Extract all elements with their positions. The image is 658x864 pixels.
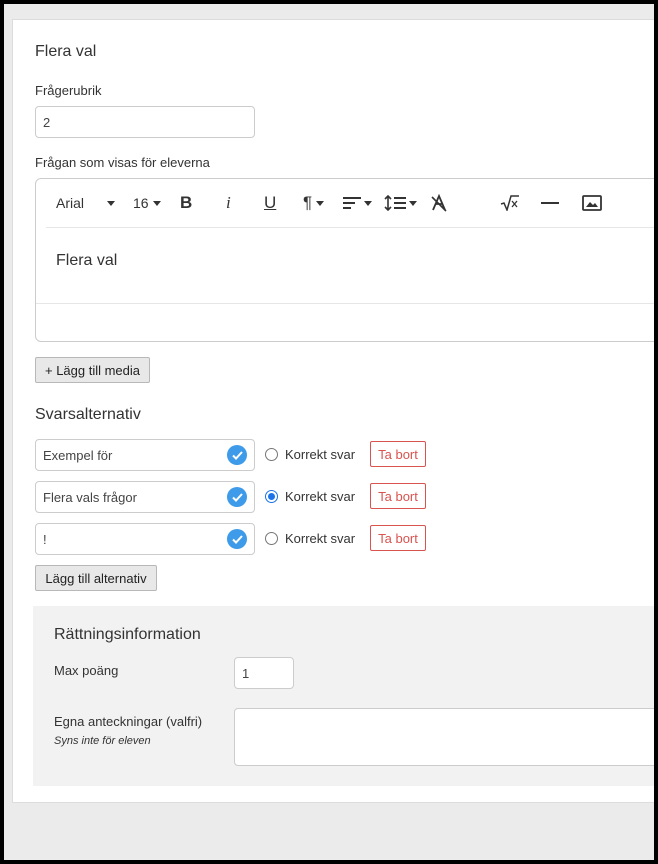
paragraph-icon: ¶ <box>303 193 313 212</box>
notes-label: Egna anteckningar (valfri) <box>54 714 203 729</box>
add-answer-button[interactable]: Lägg till alternativ <box>35 565 157 591</box>
delete-answer-button-1[interactable]: Ta bort <box>370 441 426 467</box>
insert-math-button[interactable] <box>500 191 520 215</box>
chevron-down-icon <box>152 200 161 206</box>
horizontal-line-icon <box>541 202 559 204</box>
image-icon <box>582 195 602 211</box>
line-height-button[interactable] <box>384 191 417 215</box>
answer-input-2[interactable]: Flera vals frågor <box>35 481 255 513</box>
underline-button[interactable]: U <box>264 191 276 215</box>
answer-text-2: Flera vals frågor <box>43 489 137 505</box>
answer-text-1: Exempel för <box>43 447 113 463</box>
answer-input-1[interactable]: Exempel för <box>35 439 255 471</box>
section-title: Flera val <box>35 43 97 60</box>
correct-label-2: Korrekt svar <box>285 489 356 504</box>
delete-answer-button-3[interactable]: Ta bort <box>370 525 426 551</box>
font-family-value: Arial <box>56 195 85 211</box>
clear-formatting-button[interactable] <box>430 191 448 215</box>
check-icon <box>227 529 247 549</box>
italic-button[interactable]: i <box>226 191 231 215</box>
rich-text-editor: Arial 16 B i U ¶ Flera val <box>35 178 654 342</box>
question-editor-panel: Flera val Frågerubrik 2 Frågan som visas… <box>12 19 654 803</box>
add-media-button[interactable]: + Lägg till media <box>35 357 150 383</box>
toolbar-divider <box>46 227 654 228</box>
grading-title: Rättningsinformation <box>54 626 201 643</box>
notes-hint: Syns inte för eleven <box>54 735 151 747</box>
check-icon <box>227 445 247 465</box>
editor-footer-divider <box>36 303 654 304</box>
question-title-value: 2 <box>43 114 51 130</box>
correct-radio-1[interactable] <box>265 448 278 461</box>
correct-radio-3[interactable] <box>265 532 278 545</box>
line-height-icon <box>384 195 406 211</box>
max-points-label: Max poäng <box>54 663 119 678</box>
question-title-input[interactable]: 2 <box>35 106 255 138</box>
font-size-value: 16 <box>133 195 149 211</box>
answer-input-3[interactable]: ! <box>35 523 255 555</box>
max-points-value: 1 <box>242 665 250 681</box>
align-button[interactable] <box>343 191 372 215</box>
answer-text-3: ! <box>43 531 47 547</box>
delete-answer-button-2[interactable]: Ta bort <box>370 483 426 509</box>
check-icon <box>227 487 247 507</box>
paragraph-format-button[interactable]: ¶ <box>303 191 325 215</box>
answers-title: Svarsalternativ <box>35 406 141 423</box>
question-text-label: Frågan som visas för eleverna <box>35 155 210 170</box>
correct-radio-2[interactable] <box>265 490 278 503</box>
editor-content[interactable]: Flera val <box>56 252 117 270</box>
horizontal-line-button[interactable] <box>541 191 559 215</box>
chevron-down-icon <box>364 200 372 206</box>
bold-button[interactable]: B <box>180 191 192 215</box>
clear-formatting-icon <box>431 194 447 212</box>
insert-image-button[interactable] <box>582 191 602 215</box>
correct-label-3: Korrekt svar <box>285 531 356 546</box>
correct-label-1: Korrekt svar <box>285 447 356 462</box>
font-family-select[interactable]: Arial <box>56 191 116 215</box>
chevron-down-icon <box>409 200 417 206</box>
square-root-icon <box>500 195 519 211</box>
font-size-select[interactable]: 16 <box>133 191 161 215</box>
question-title-label: Frågerubrik <box>35 83 102 98</box>
max-points-input[interactable]: 1 <box>234 657 294 689</box>
chevron-down-icon <box>316 200 325 206</box>
window-frame: Flera val Frågerubrik 2 Frågan som visas… <box>4 4 654 860</box>
editor-toolbar: Arial 16 B i U ¶ <box>36 179 654 227</box>
notes-textarea[interactable] <box>234 708 654 766</box>
chevron-down-icon <box>107 200 116 206</box>
align-left-icon <box>343 197 361 209</box>
grading-section: Rättningsinformation Max poäng 1 Egna an… <box>33 606 654 786</box>
